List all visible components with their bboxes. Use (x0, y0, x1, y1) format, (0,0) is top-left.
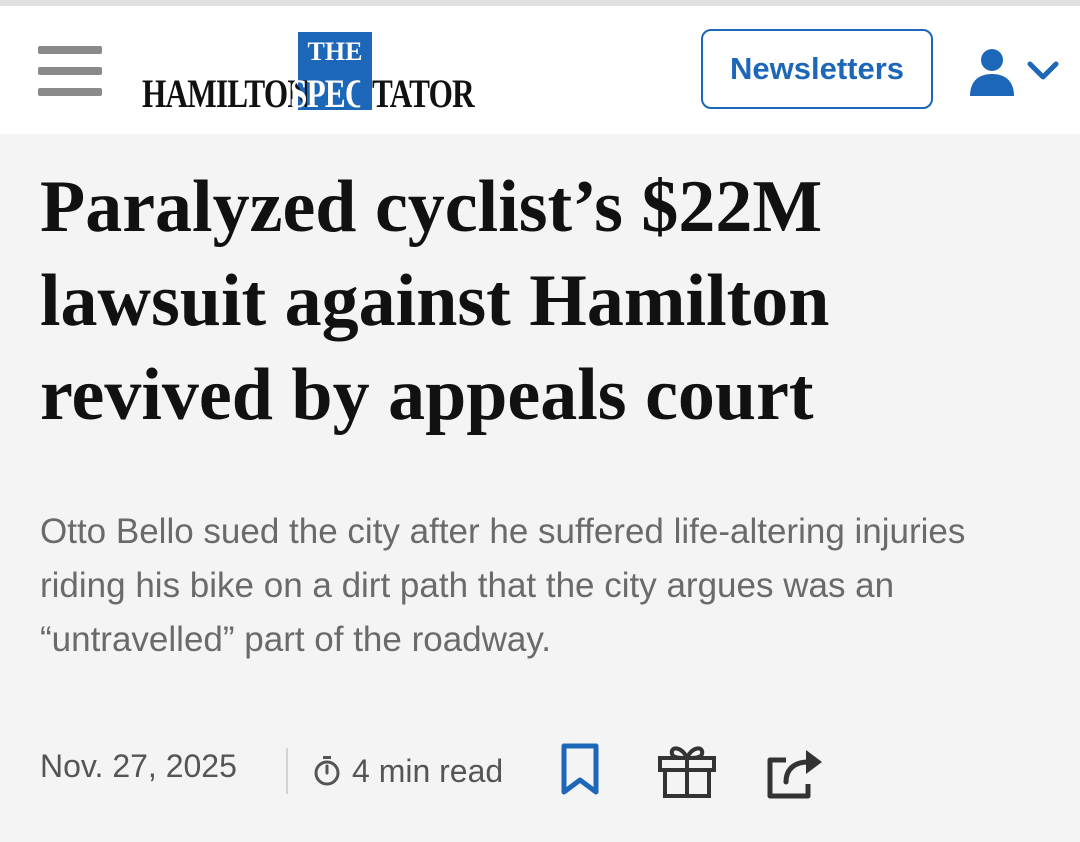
site-logo[interactable]: THE HAMILTON SPEC TATOR (140, 32, 475, 116)
article-headline: Paralyzed cyclist’s $22M lawsuit against… (40, 166, 830, 436)
read-time: 4 min read (312, 748, 503, 794)
logo-word-hamilton: HAMILTON (142, 71, 310, 116)
user-icon (970, 49, 1014, 96)
logo-word-tator: TATOR (372, 71, 475, 116)
menu-bar (38, 67, 102, 75)
article-meta: Nov. 27, 2025 4 min read (40, 740, 1040, 802)
menu-bar (38, 88, 102, 96)
gift-icon[interactable] (656, 742, 718, 800)
logo-word-spec: SPEC (290, 72, 361, 116)
share-icon[interactable] (764, 742, 828, 800)
menu-bar (38, 46, 102, 54)
site-header: THE HAMILTON SPEC TATOR Newsletters (0, 6, 1080, 134)
hamburger-menu-icon[interactable] (38, 46, 102, 96)
logo-the: THE (307, 37, 363, 66)
chevron-down-icon (1027, 61, 1059, 80)
newsletters-button[interactable]: Newsletters (701, 29, 933, 109)
meta-divider (286, 748, 288, 794)
account-menu-button[interactable] (968, 46, 1064, 98)
read-time-label: 4 min read (352, 752, 504, 789)
stopwatch-icon (314, 756, 340, 786)
article-dek: Otto Bello sued the city after he suffer… (40, 512, 966, 659)
publish-date: Nov. 27, 2025 (40, 748, 237, 784)
bookmark-icon[interactable] (558, 742, 602, 798)
